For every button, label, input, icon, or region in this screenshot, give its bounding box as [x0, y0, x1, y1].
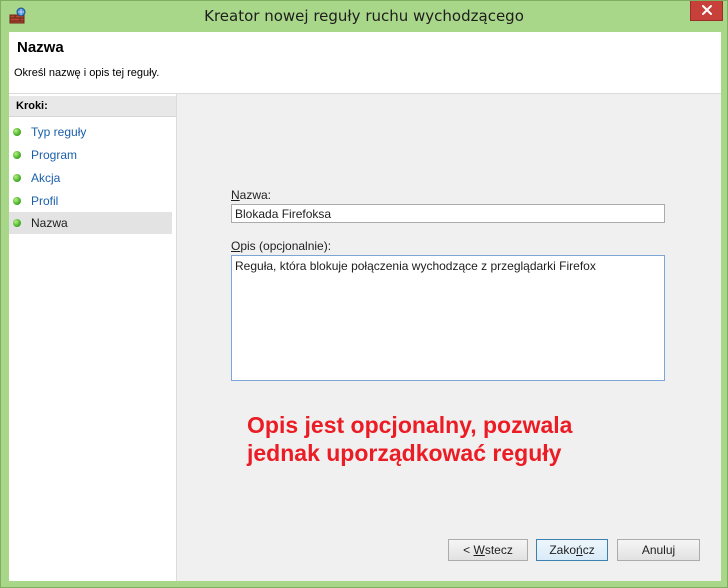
desc-label-mnemonic: O [231, 239, 241, 253]
page-subtitle: Określ nazwę i opis tej reguły. [14, 67, 160, 79]
close-icon [702, 5, 712, 15]
rule-name-input[interactable] [231, 204, 665, 223]
name-label-text: azwa: [239, 188, 272, 202]
finish-label-prefix: Zako [549, 543, 576, 557]
wizard-client-area: Nazwa Określ nazwę i opis tej reguły. Kr… [9, 32, 721, 581]
annotation-line-1: Opis jest opcjonalny, pozwala [247, 412, 573, 438]
step-label: Akcja [31, 171, 61, 185]
step-label: Typ reguły [31, 125, 87, 139]
name-label-mnemonic: N [231, 188, 240, 202]
finish-label-text: cz [582, 543, 595, 557]
step-current-icon [13, 219, 21, 227]
step-complete-icon [13, 151, 21, 159]
steps-title: Kroki: [16, 100, 48, 112]
step-complete-icon [13, 128, 21, 136]
finish-button[interactable]: Zakończ [536, 539, 608, 561]
steps-header: Kroki: [9, 96, 176, 117]
cancel-button[interactable]: Anuluj [617, 539, 700, 561]
step-item-program[interactable]: Program [9, 144, 172, 166]
step-item-name[interactable]: Nazwa [9, 212, 172, 234]
page-title: Nazwa [17, 39, 64, 56]
page-header: Nazwa Określ nazwę i opis tej reguły. [9, 32, 721, 94]
desc-label-text: pis (opcjonalnie): [240, 239, 332, 253]
step-label: Program [31, 148, 78, 162]
rule-description-textarea[interactable]: Reguła, która blokuje połączenia wychodz… [231, 255, 665, 381]
back-label-mnemonic: W [473, 543, 485, 557]
back-button[interactable]: < Wstecz [448, 539, 528, 561]
step-complete-icon [13, 197, 21, 205]
window-title: Kreator nowej reguły ruchu wychodzącego [204, 7, 524, 25]
step-item-action[interactable]: Akcja [9, 167, 172, 189]
annotation-text: Opis jest opcjonalny, pozwala jednak upo… [247, 411, 667, 467]
close-button[interactable] [690, 1, 723, 21]
step-item-rule-type[interactable]: Typ reguły [9, 121, 172, 143]
step-item-profile[interactable]: Profil [9, 190, 172, 212]
step-label: Nazwa [31, 216, 68, 230]
steps-sidebar: Kroki: Typ reguły Program Akcja Profil N… [9, 94, 177, 581]
wizard-window: Kreator nowej reguły ruchu wychodzącego … [0, 0, 728, 588]
step-complete-icon [13, 174, 21, 182]
back-label-text: stecz [484, 543, 513, 557]
step-label: Profil [31, 194, 59, 208]
annotation-line-2: jednak uporządkować reguły [247, 440, 562, 466]
title-bar[interactable]: Kreator nowej reguły ruchu wychodzącego [1, 1, 727, 32]
back-label-prefix: < [463, 543, 474, 557]
description-field-label: Opis (opcjonalnie): [231, 239, 331, 253]
finish-label-mnemonic: ń [576, 543, 583, 557]
name-field-label: Nazwa: [231, 188, 271, 202]
